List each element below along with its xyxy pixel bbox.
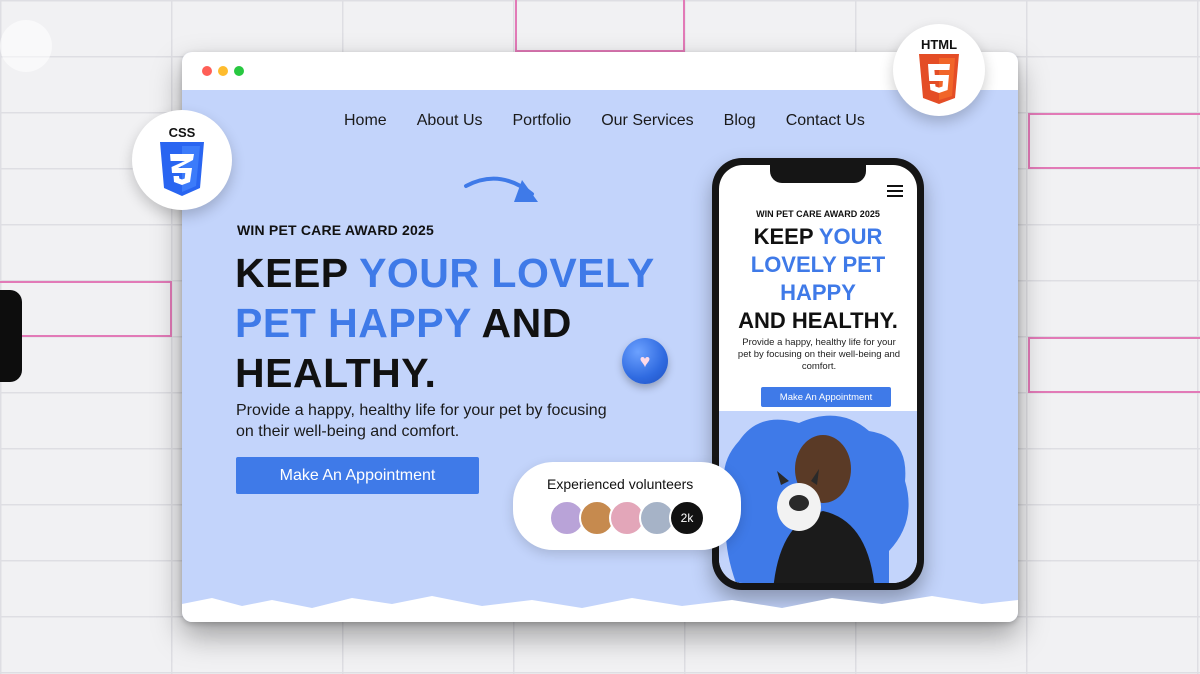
phone-headline: KEEP YOUR LOVELY PET HAPPY AND HEALTHY. xyxy=(738,224,898,333)
torn-paper-edge xyxy=(182,596,1018,622)
browser-window: Home About Us Portfolio Our Services Blo… xyxy=(182,52,1018,622)
html-badge-label: HTML xyxy=(920,36,958,52)
html5-shield-icon xyxy=(919,53,959,104)
decor-black-shape xyxy=(0,290,22,382)
volunteer-count-badge: 2k xyxy=(669,500,705,536)
phone-screen: WIN PET CARE AWARD 2025 KEEP YOUR LOVELY… xyxy=(719,165,917,583)
volunteers-title: Experienced volunteers xyxy=(547,476,694,492)
nav-about-us[interactable]: About Us xyxy=(417,112,483,130)
man-with-dog-illustration xyxy=(723,415,909,583)
decor-bubble xyxy=(0,20,52,72)
minimize-dot[interactable] xyxy=(218,66,228,76)
hamburger-menu-icon[interactable] xyxy=(887,185,903,200)
nav-our-services[interactable]: Our Services xyxy=(601,112,693,130)
nav-blog[interactable]: Blog xyxy=(724,112,756,130)
css3-shield-icon xyxy=(160,141,204,196)
close-dot[interactable] xyxy=(202,66,212,76)
decor-pink-box xyxy=(1028,337,1200,393)
nav-contact-us[interactable]: Contact Us xyxy=(786,112,865,130)
nav-home[interactable]: Home xyxy=(344,112,387,130)
hero-subtext: Provide a happy, healthy life for your p… xyxy=(236,402,607,440)
decor-pink-box xyxy=(515,0,685,52)
award-label: WIN PET CARE AWARD 2025 xyxy=(237,222,435,238)
phone-appointment-button[interactable]: Make An Appointment xyxy=(761,387,891,407)
heart-bubble-icon: ♥ xyxy=(622,338,668,384)
make-appointment-button[interactable]: Make An Appointment xyxy=(236,457,479,494)
volunteers-card: Experienced volunteers 2k xyxy=(513,462,741,550)
curved-arrow-icon xyxy=(464,176,538,202)
main-nav: Home About Us Portfolio Our Services Blo… xyxy=(344,112,895,130)
html-badge: HTML xyxy=(893,24,985,116)
avatar-group: 2k xyxy=(549,500,705,536)
phone-hero-image xyxy=(719,411,917,583)
decor-pink-box xyxy=(1028,113,1200,169)
css-badge-label: CSS xyxy=(168,124,196,140)
phone-award-label: WIN PET CARE AWARD 2025 xyxy=(756,209,880,219)
decor-pink-box xyxy=(0,281,172,337)
maximize-dot[interactable] xyxy=(234,66,244,76)
css-badge: CSS xyxy=(132,110,232,210)
phone-notch xyxy=(770,165,866,183)
phone-mockup: WIN PET CARE AWARD 2025 KEEP YOUR LOVELY… xyxy=(712,158,924,590)
nav-portfolio[interactable]: Portfolio xyxy=(513,112,572,130)
hero-headline: KEEP YOUR LOVELY PET HAPPY AND HEALTHY. xyxy=(235,250,654,396)
phone-subtext: Provide a happy, healthy life for your p… xyxy=(737,337,901,372)
